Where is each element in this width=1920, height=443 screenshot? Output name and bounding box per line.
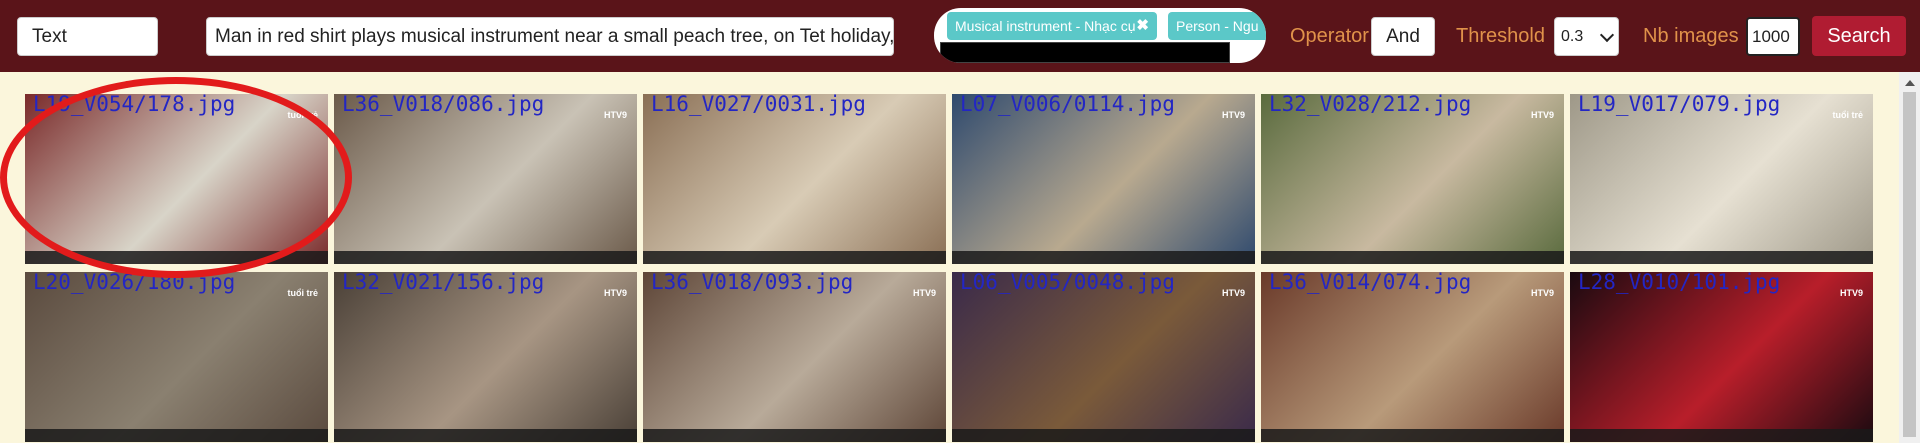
thumbnail-image — [25, 94, 328, 264]
scroll-up-icon[interactable] — [1905, 80, 1915, 86]
news-ticker — [1261, 429, 1564, 442]
news-ticker — [25, 429, 328, 442]
result-thumbnail[interactable]: HTV9 L36_V018/086.jpg — [334, 94, 637, 264]
channel-logo: tuổi trẻ — [287, 110, 319, 120]
result-filename: L36_V018/086.jpg — [342, 94, 545, 116]
news-ticker — [643, 429, 946, 442]
query-type-value: Text — [32, 25, 67, 47]
operator-select[interactable]: And — [1371, 17, 1435, 56]
tag-chip-label: Person - Ngu — [1176, 18, 1259, 34]
result-filename: L16_V027/0031.jpg — [651, 94, 866, 116]
nb-images-input[interactable]: 1000 — [1746, 17, 1800, 56]
tag-chip-musical-instrument[interactable]: Musical instrument - Nhạc cụ ✖ — [947, 12, 1157, 40]
thumbnail-image — [952, 272, 1255, 442]
result-filename: L28_V010/101.jpg — [1578, 272, 1781, 294]
nb-images-value: 1000 — [1752, 26, 1790, 46]
result-thumbnail[interactable]: tuổi trẻ L19_V054/178.jpg — [25, 94, 328, 264]
news-ticker — [952, 251, 1255, 264]
result-thumbnail[interactable]: HTV9 L07_V006/0114.jpg — [952, 94, 1255, 264]
thumbnail-image — [952, 94, 1255, 264]
news-ticker — [643, 251, 946, 264]
channel-logo: tuổi trẻ — [1832, 110, 1864, 120]
result-thumbnail[interactable]: HTV9 L36_V014/074.jpg — [1261, 272, 1564, 442]
news-ticker — [1261, 251, 1564, 264]
operator-label: Operator — [1290, 25, 1369, 47]
threshold-select[interactable]: 0.3 — [1554, 17, 1619, 56]
channel-logo: HTV9 — [1839, 288, 1863, 298]
channel-logo: HTV9 — [1530, 110, 1554, 120]
channel-logo: HTV9 — [603, 288, 627, 298]
channel-logo: HTV9 — [1221, 288, 1245, 298]
thumbnail-image — [643, 94, 946, 264]
thumbnail-image — [1261, 94, 1564, 264]
threshold-value: 0.3 — [1561, 27, 1584, 45]
news-ticker — [1570, 251, 1873, 264]
result-thumbnail[interactable]: HTV9 L28_V010/101.jpg — [1570, 272, 1873, 442]
chevron-down-icon — [1599, 27, 1615, 43]
result-thumbnail[interactable]: HTV9 L06_V005/0048.jpg — [952, 272, 1255, 442]
nb-images-label: Nb images — [1643, 25, 1739, 47]
channel-logo: HTV9 — [912, 288, 936, 298]
operator-value: And — [1386, 25, 1420, 47]
channel-logo: HTV9 — [1530, 288, 1554, 298]
result-filename: L32_V021/156.jpg — [342, 272, 545, 294]
result-thumbnail[interactable]: HTV9 L32_V028/212.jpg — [1261, 94, 1564, 264]
query-type-select[interactable]: Text — [17, 17, 158, 56]
close-icon[interactable]: ✖ — [1136, 12, 1149, 40]
thumbnail-image — [334, 94, 637, 264]
result-filename: L19_V017/079.jpg — [1578, 94, 1781, 116]
threshold-label: Threshold — [1456, 25, 1545, 47]
result-filename: L32_V028/212.jpg — [1269, 94, 1472, 116]
channel-logo: HTV9 — [1221, 110, 1245, 120]
tag-search-input[interactable] — [940, 42, 1230, 63]
query-input[interactable]: Man in red shirt plays musical instrumen… — [206, 17, 894, 56]
result-filename: L36_V014/074.jpg — [1269, 272, 1472, 294]
result-thumbnail[interactable]: tuổi trẻ L19_V017/079.jpg — [1570, 94, 1873, 264]
result-filename: L06_V005/0048.jpg — [960, 272, 1175, 294]
thumbnail-image — [1570, 272, 1873, 442]
thumbnail-image — [25, 272, 328, 442]
news-ticker — [952, 429, 1255, 442]
scrollbar-thumb[interactable] — [1903, 92, 1916, 437]
tag-filter-box[interactable]: Musical instrument - Nhạc cụ ✖ Person - … — [934, 8, 1266, 63]
result-filename: L20_V026/180.jpg — [33, 272, 236, 294]
result-thumbnail[interactable]: tuổi trẻ L20_V026/180.jpg — [25, 272, 328, 442]
channel-logo: HTV9 — [603, 110, 627, 120]
thumbnail-image — [643, 272, 946, 442]
query-text: Man in red shirt plays musical instrumen… — [215, 25, 894, 47]
news-ticker — [334, 251, 637, 264]
result-filename: L19_V054/178.jpg — [33, 94, 236, 116]
tag-chip-person[interactable]: Person - Ngu — [1168, 12, 1266, 40]
result-filename: L07_V006/0114.jpg — [960, 94, 1175, 116]
result-thumbnail[interactable]: L16_V027/0031.jpg — [643, 94, 946, 264]
thumbnail-image — [334, 272, 637, 442]
result-thumbnail[interactable]: HTV9 L32_V021/156.jpg — [334, 272, 637, 442]
search-button[interactable]: Search — [1812, 16, 1906, 56]
news-ticker — [1570, 429, 1873, 442]
tag-chip-label: Musical instrument - Nhạc cụ — [955, 18, 1136, 34]
toolbar: Text Man in red shirt plays musical inst… — [0, 0, 1920, 72]
thumbnail-image — [1261, 272, 1564, 442]
page-scrollbar[interactable] — [1899, 72, 1920, 443]
news-ticker — [25, 251, 328, 264]
result-thumbnail[interactable]: HTV9 L36_V018/093.jpg — [643, 272, 946, 442]
result-filename: L36_V018/093.jpg — [651, 272, 854, 294]
news-ticker — [334, 429, 637, 442]
channel-logo: tuổi trẻ — [287, 288, 319, 298]
thumbnail-image — [1570, 94, 1873, 264]
